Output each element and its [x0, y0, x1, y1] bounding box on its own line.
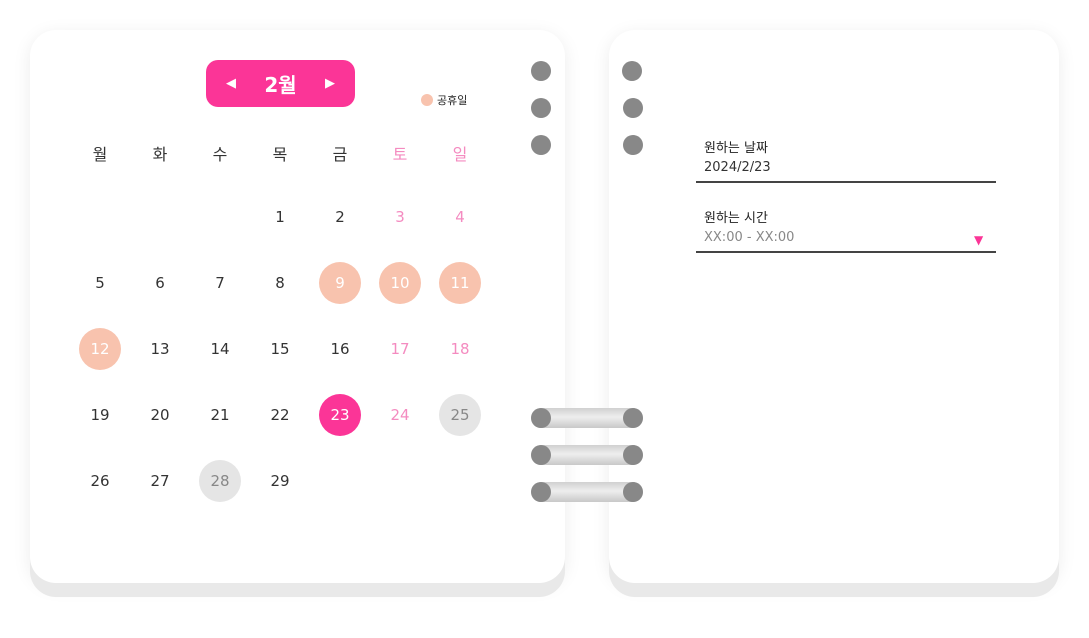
holiday-legend: 공휴일 [421, 92, 467, 108]
day-cell-26[interactable]: 26 [79, 460, 121, 502]
day-cell-5[interactable]: 5 [79, 262, 121, 304]
time-field-label: 원하는 시간 [704, 211, 768, 226]
day-cell-13[interactable]: 13 [139, 328, 181, 370]
day-cell-21[interactable]: 21 [199, 394, 241, 436]
form-card [609, 30, 1059, 583]
date-field-label: 원하는 날짜 [704, 141, 768, 156]
day-cell-19[interactable]: 19 [79, 394, 121, 436]
date-input-underline [696, 181, 996, 183]
weekday-wed: 수 [212, 145, 228, 164]
day-cell-23[interactable]: 23 [319, 394, 361, 436]
dropdown-arrow-icon[interactable]: ▼ [974, 233, 983, 247]
day-cell-15[interactable]: 15 [259, 328, 301, 370]
day-cell-1[interactable]: 1 [259, 196, 301, 238]
day-cell-11[interactable]: 11 [439, 262, 481, 304]
prev-month-icon[interactable]: ◀ [226, 76, 236, 91]
binder-ring-icon [531, 445, 643, 465]
weekday-thu: 목 [272, 145, 288, 164]
binder-hole-icon [622, 61, 642, 81]
binder-hole-icon [623, 98, 643, 118]
day-cell-20[interactable]: 20 [139, 394, 181, 436]
day-cell-10[interactable]: 10 [379, 262, 421, 304]
day-cell-25: 25 [439, 394, 481, 436]
binder-hole-icon [531, 135, 551, 155]
month-navigator: ◀ 2월 ▶ [206, 60, 355, 107]
day-cell-29[interactable]: 29 [259, 460, 301, 502]
month-label: 2월 [264, 73, 297, 97]
day-cell-28: 28 [199, 460, 241, 502]
weekday-tue: 화 [152, 145, 168, 164]
calendar-card [30, 30, 565, 583]
binder-hole-icon [623, 135, 643, 155]
day-cell-14[interactable]: 14 [199, 328, 241, 370]
day-cell-4[interactable]: 4 [439, 196, 481, 238]
date-input[interactable]: 2024/2/23 [704, 160, 771, 175]
day-cell-2[interactable]: 2 [319, 196, 361, 238]
binder-hole-icon [531, 61, 551, 81]
day-cell-8[interactable]: 8 [259, 262, 301, 304]
day-cell-7[interactable]: 7 [199, 262, 241, 304]
time-select-underline [696, 251, 996, 253]
day-cell-27[interactable]: 27 [139, 460, 181, 502]
day-cell-6[interactable]: 6 [139, 262, 181, 304]
weekday-mon: 월 [92, 145, 108, 164]
day-cell-16[interactable]: 16 [319, 328, 361, 370]
day-cell-3[interactable]: 3 [379, 196, 421, 238]
binder-hole-icon [531, 98, 551, 118]
day-cell-24[interactable]: 24 [379, 394, 421, 436]
day-cell-22[interactable]: 22 [259, 394, 301, 436]
holiday-dot-icon [421, 94, 433, 106]
time-select[interactable]: XX:00 - XX:00 [704, 230, 794, 245]
weekday-fri: 금 [332, 145, 348, 164]
day-cell-12[interactable]: 12 [79, 328, 121, 370]
day-cell-17[interactable]: 17 [379, 328, 421, 370]
next-month-icon[interactable]: ▶ [325, 76, 335, 91]
weekday-sat: 토 [392, 145, 408, 164]
binder-ring-icon [531, 408, 643, 428]
binder-ring-icon [531, 482, 643, 502]
day-cell-18[interactable]: 18 [439, 328, 481, 370]
day-cell-9[interactable]: 9 [319, 262, 361, 304]
weekday-sun: 일 [452, 145, 468, 164]
holiday-legend-label: 공휴일 [437, 94, 468, 107]
